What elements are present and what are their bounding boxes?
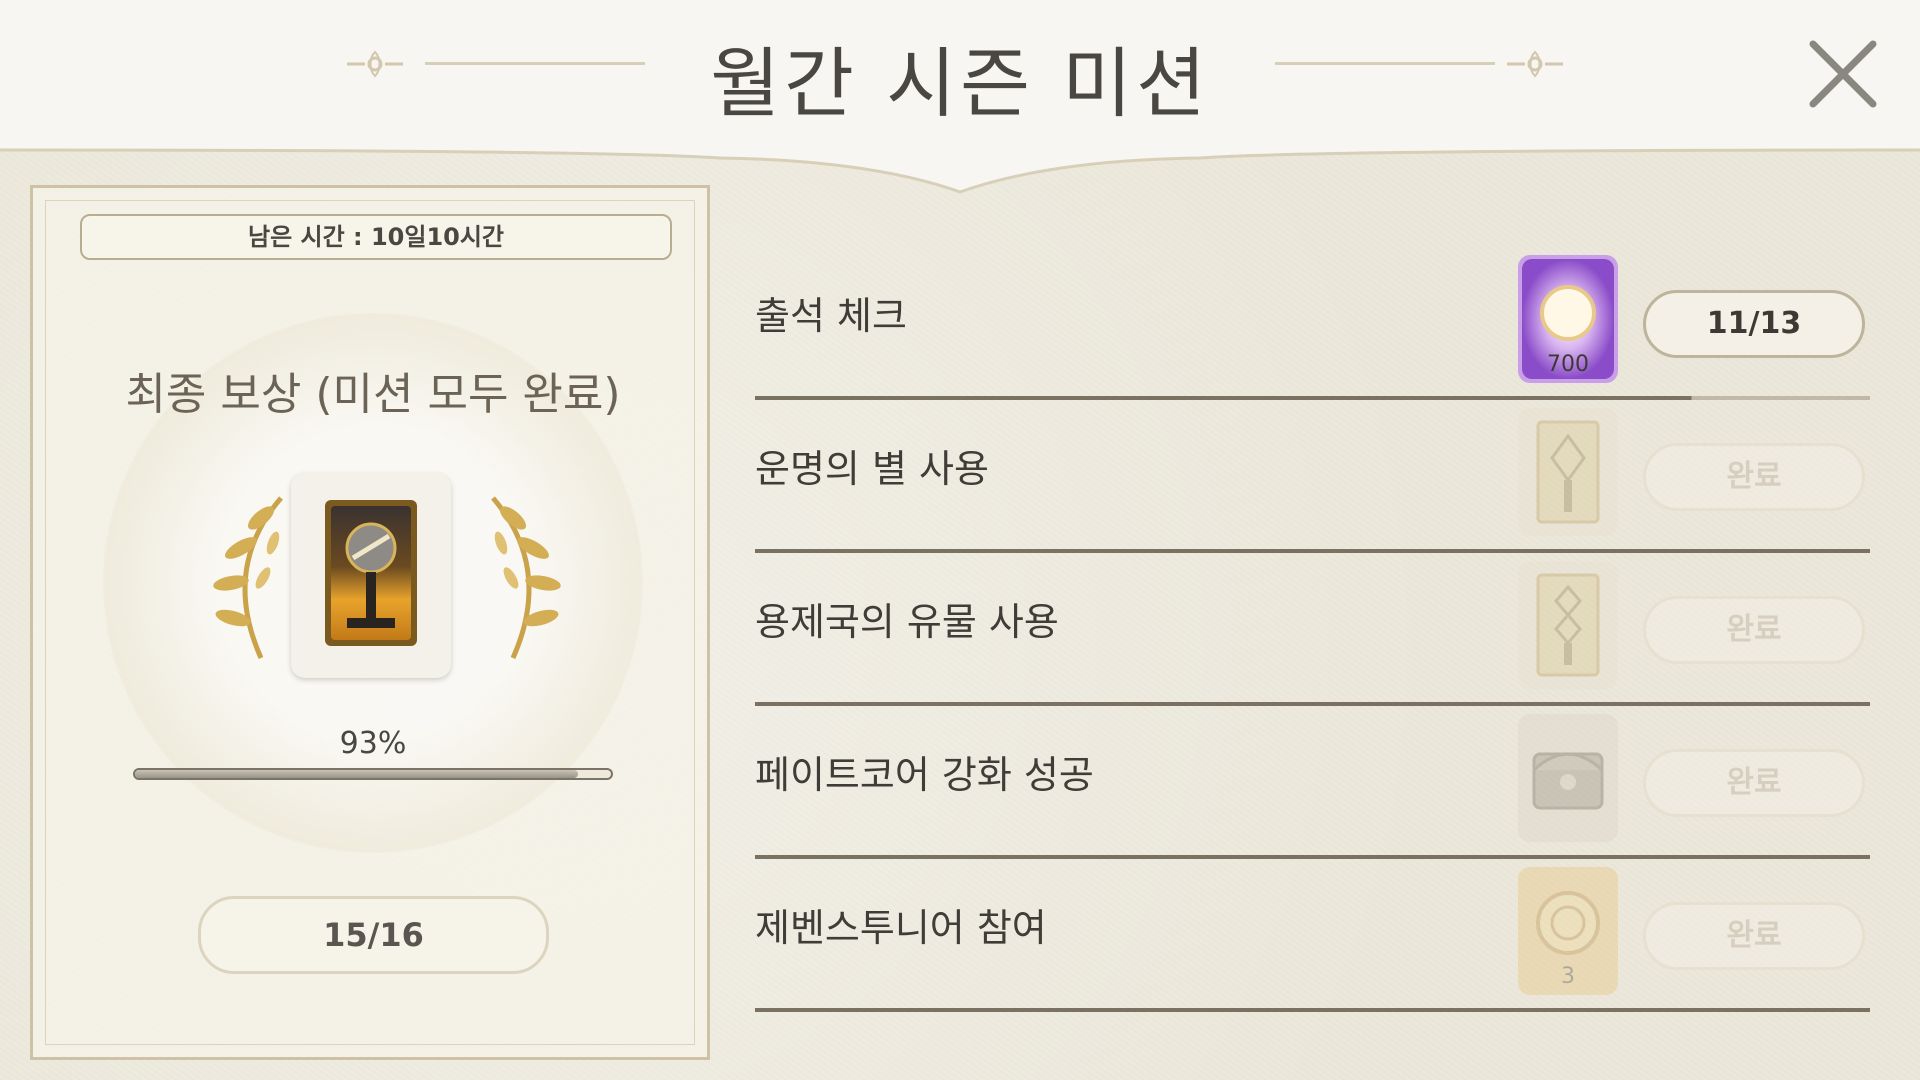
purple-gem-icon[interactable]: 700 (1518, 255, 1618, 383)
mission-label: 출석 체크 (755, 294, 907, 338)
completed-count-label: 15/16 (198, 896, 549, 974)
gold-coin-icon[interactable]: 3 (1518, 867, 1618, 995)
mission-row: 제벤스투니어 참여 3 완료 (755, 852, 1870, 1012)
reward-count-badge: 700 (1547, 352, 1589, 377)
page-title: 월간 시즌 미션 (710, 39, 1210, 128)
relic-card-icon[interactable] (1518, 561, 1618, 689)
mission-row: 출석 체크 700 11/13 (755, 240, 1870, 400)
title-ornament-left (425, 62, 645, 65)
laurel-right-icon (491, 496, 561, 660)
mission-complete-button[interactable]: 완료 (1643, 902, 1865, 970)
season-mission-screen: 월간 시즌 미션 남은 시간 : 10일10시간 최종 보상 (미션 모두 완료… (0, 0, 1920, 1080)
progress-percent-label: 93% (339, 726, 407, 761)
progress-fill (135, 770, 578, 778)
laurel-left-icon (213, 496, 283, 660)
mission-complete-button[interactable]: 완료 (1643, 443, 1865, 511)
final-reward-panel: 남은 시간 : 10일10시간 최종 보상 (미션 모두 완료) 93% 15/… (30, 185, 710, 1060)
mission-row: 운명의 별 사용 완료 (755, 393, 1870, 553)
fleur-ornament-icon (1507, 50, 1563, 78)
final-reward-item[interactable] (291, 473, 451, 678)
title-ornament-right (1275, 62, 1495, 65)
completion-progress-bar (133, 768, 613, 780)
chest-icon[interactable] (1518, 714, 1618, 842)
mission-row: 페이트코어 강화 성공 완료 (755, 699, 1870, 859)
mission-complete-button[interactable]: 완료 (1643, 749, 1865, 817)
fleur-ornament-icon (347, 50, 403, 78)
close-icon[interactable] (1805, 36, 1881, 112)
remaining-time-label: 남은 시간 : 10일10시간 (80, 214, 672, 260)
mission-label: 페이트코어 강화 성공 (755, 753, 1094, 797)
mission-label: 운명의 별 사용 (755, 447, 989, 491)
mission-divider (755, 1008, 1870, 1012)
mission-complete-button[interactable]: 완료 (1643, 596, 1865, 664)
fate-card-reward-icon (325, 500, 417, 646)
reward-count-badge: 3 (1561, 964, 1575, 989)
mission-label: 제벤스투니어 참여 (755, 906, 1047, 950)
final-reward-title: 최종 보상 (미션 모두 완료) (125, 369, 621, 420)
fate-card-icon[interactable] (1518, 408, 1618, 536)
mission-progress-button[interactable]: 11/13 (1643, 290, 1865, 358)
mission-row: 용제국의 유물 사용 완료 (755, 546, 1870, 706)
header-bar: 월간 시즌 미션 (0, 0, 1920, 150)
mission-label: 용제국의 유물 사용 (755, 600, 1059, 644)
